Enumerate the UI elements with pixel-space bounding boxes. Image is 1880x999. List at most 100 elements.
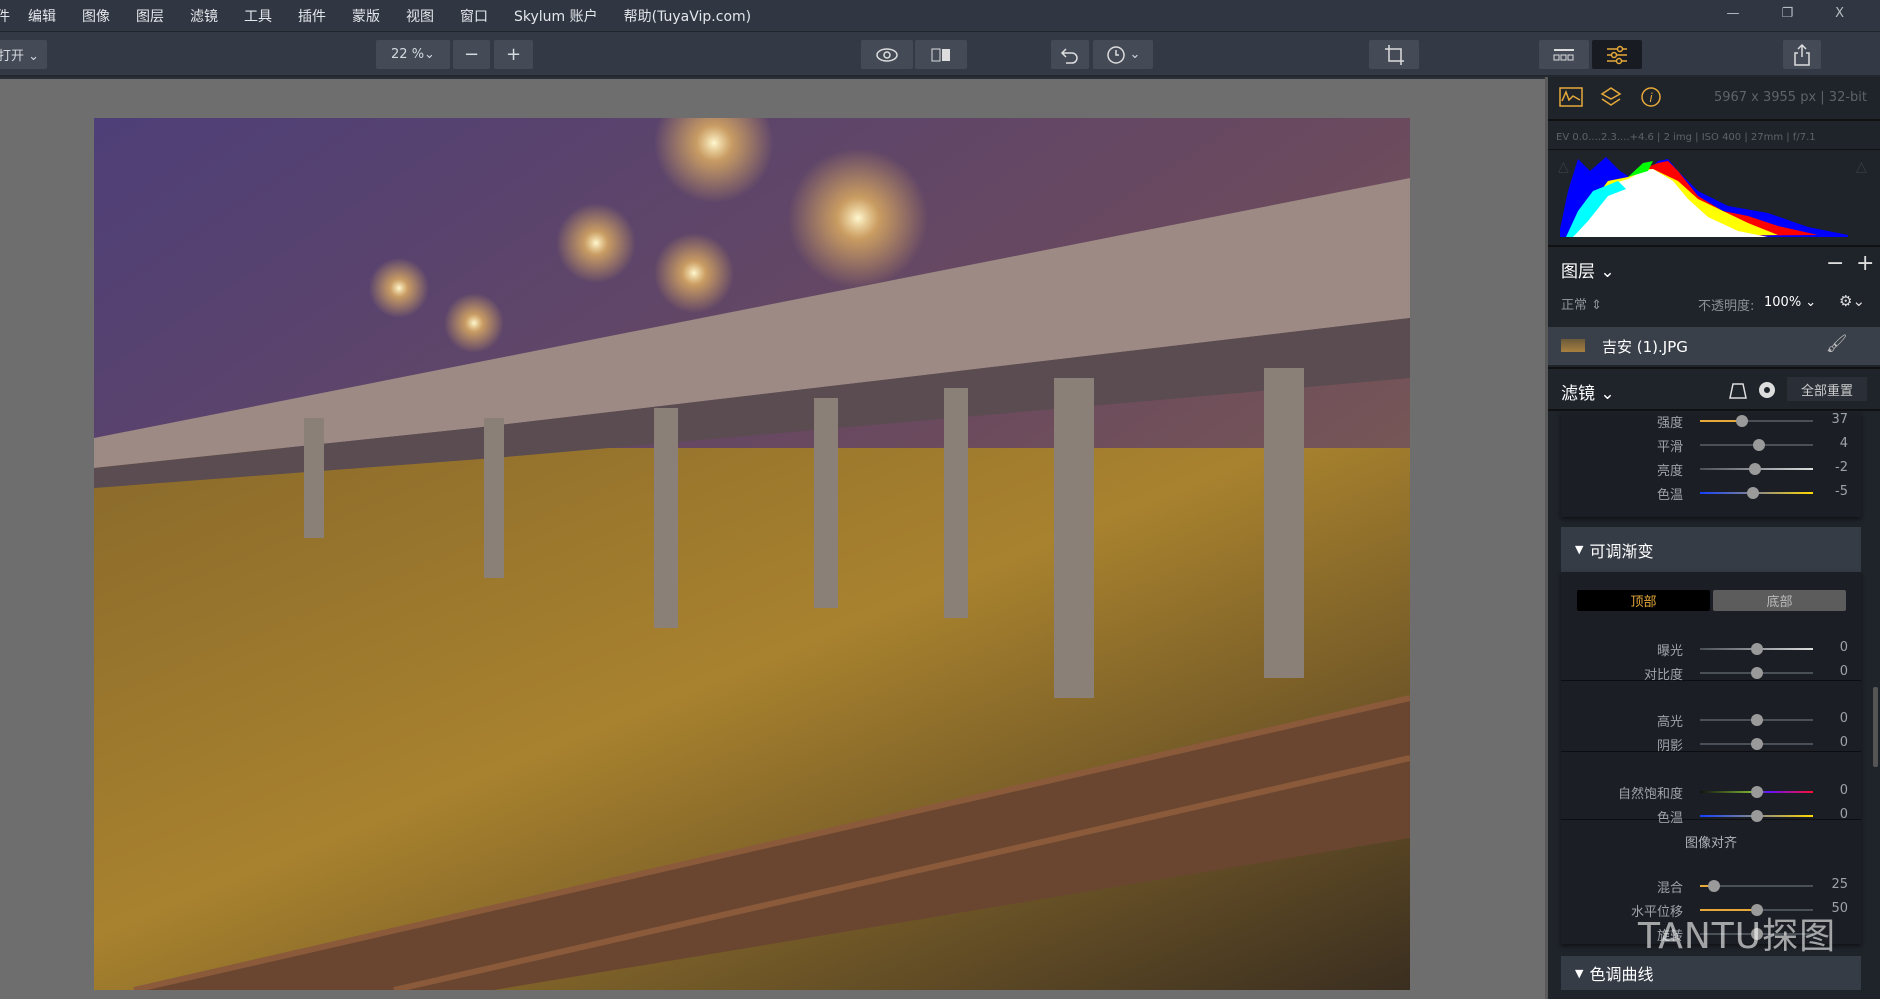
menu-bar: 件 编辑 图像 图层 滤镜 工具 插件 蒙版 视图 窗口 Skylum 账户 帮… [0,0,1880,32]
slider-knob[interactable] [1750,738,1763,750]
slider-track[interactable] [1700,643,1813,655]
tone-curve-section-header[interactable]: ▼ 色调曲线 [1561,956,1861,990]
opacity-dropdown[interactable]: 100% ⌄ [1764,295,1816,310]
layers-title[interactable]: 图层 ⌄ [1561,257,1615,282]
slider-knob[interactable] [1749,463,1762,475]
crop-button[interactable] [1369,40,1419,69]
blend-mode-select[interactable]: 正常 ⇕ [1561,294,1602,313]
slider-row[interactable]: 阴影 0 [1561,732,1861,756]
slider-row[interactable]: 曝光 0 [1561,637,1861,661]
perspective-icon[interactable] [1728,382,1748,400]
menu-image[interactable]: 图像 [82,6,110,26]
tab-bottom[interactable]: 底部 [1713,590,1846,611]
open-button[interactable]: 打开 ⌄ [0,40,47,69]
slider-knob[interactable] [1735,415,1748,427]
slider-value: -2 [1835,460,1848,475]
undo-button[interactable] [1051,40,1089,69]
aperture-icon[interactable] [1758,381,1776,399]
add-layer-button[interactable]: + [1856,251,1874,276]
layers-title-text: 图层 [1561,262,1595,282]
slider-row[interactable]: 平滑 4 [1561,433,1861,457]
history-button[interactable]: ⌄ [1093,40,1153,69]
filters-title[interactable]: 滤镜 ⌄ [1561,379,1615,404]
zoom-dropdown[interactable]: 22 %⌄ [376,40,450,69]
slider-knob[interactable] [1750,786,1763,798]
image-dimensions: 5967 x 3955 px | 32-bit [1713,90,1867,105]
menu-help[interactable]: 帮助(TuyaVip.com) [624,6,751,26]
slider-knob[interactable] [1750,810,1763,822]
slider-value: 4 [1839,436,1848,451]
slider-track[interactable] [1700,880,1813,892]
zoom-out-button[interactable]: − [453,40,490,69]
slider-track[interactable] [1700,714,1813,726]
menu-item-partial[interactable]: 件 [0,6,10,26]
slider-row[interactable]: 混合 25 [1561,874,1861,898]
slider-row[interactable]: 自然饱和度 0 [1561,780,1861,804]
gradient-section-header[interactable]: ▼ 可调渐变 [1561,527,1861,572]
brush-icon[interactable]: 🖌 [1826,334,1848,354]
sliders-icon [1607,45,1627,64]
slider-row[interactable]: 对比度 0 [1561,661,1861,685]
slider-knob[interactable] [1750,643,1763,655]
adjustments-button[interactable] [1592,40,1642,69]
slider-label: 混合 [1656,881,1683,896]
slider-label: 色温 [1656,488,1683,503]
tab-top[interactable]: 顶部 [1577,590,1710,611]
export-button[interactable] [1783,40,1821,69]
menu-layers[interactable]: 图层 [136,6,164,26]
image-align-title: 图像对齐 [1684,836,1737,851]
slider-track[interactable] [1700,667,1813,679]
svg-text:△: △ [1558,159,1569,175]
slider-row[interactable]: 色温 -5 [1561,481,1861,505]
histogram-icon[interactable] [1559,87,1583,107]
remove-layer-button[interactable]: − [1826,251,1844,276]
compare-button[interactable] [915,40,967,69]
preview-button[interactable] [861,40,913,69]
info-icon[interactable]: i [1640,86,1662,108]
menu-mask[interactable]: 蒙版 [352,6,380,26]
slider-row[interactable]: 色温 0 [1561,804,1861,828]
slider-value: 0 [1839,807,1848,822]
slider-value: 0 [1839,664,1848,679]
slider-knob[interactable] [1747,487,1760,499]
layer-settings-gear-icon[interactable]: ⚙⌄ [1839,292,1865,310]
presets-button[interactable] [1539,40,1589,69]
close-button[interactable]: X [1835,6,1844,21]
slider-track[interactable] [1700,738,1813,750]
menu-account[interactable]: Skylum 账户 [514,6,598,26]
reset-all-button[interactable]: 全部重置 [1787,377,1867,401]
slider-row[interactable]: 强度 37 [1561,409,1861,433]
slider-track[interactable] [1700,415,1813,427]
slider-knob[interactable] [1750,714,1763,726]
menu-plugins[interactable]: 插件 [298,6,326,26]
slider-knob[interactable] [1752,439,1765,451]
gradient-title: 可调渐变 [1589,541,1654,561]
zoom-in-button[interactable]: + [494,40,533,69]
layer-item[interactable]: 吉安 (1).JPG 🖌 [1548,327,1880,365]
crop-icon [1385,44,1404,65]
slider-track[interactable] [1700,786,1813,798]
slider-track[interactable] [1700,439,1813,451]
info-bar: i 5967 x 3955 px | 32-bit [1548,77,1880,121]
menu-filters[interactable]: 滤镜 [190,6,218,26]
slider-row[interactable]: 高光 0 [1561,708,1861,732]
slider-knob[interactable] [1750,667,1763,679]
menu-window[interactable]: 窗口 [460,6,488,26]
layers-icon[interactable] [1600,86,1622,108]
restore-button[interactable]: ❐ [1781,6,1793,21]
slider-knob[interactable] [1707,880,1720,892]
menu-tools[interactable]: 工具 [244,6,272,26]
panel-scrollbar[interactable] [1873,687,1878,767]
layer-thumbnail [1561,339,1585,352]
right-panel: i 5967 x 3955 px | 32-bit EV 0.0....2.3.… [1545,77,1880,999]
slider-track[interactable] [1700,810,1813,822]
slider-label: 色温 [1656,811,1683,826]
slider-value: 37 [1831,412,1848,427]
slider-track[interactable] [1700,463,1813,475]
minimize-button[interactable]: — [1726,6,1739,21]
menu-view[interactable]: 视图 [406,6,434,26]
canvas-area[interactable] [0,79,1545,999]
slider-row[interactable]: 亮度 -2 [1561,457,1861,481]
slider-track[interactable] [1700,487,1813,499]
menu-edit[interactable]: 编辑 [28,6,56,26]
